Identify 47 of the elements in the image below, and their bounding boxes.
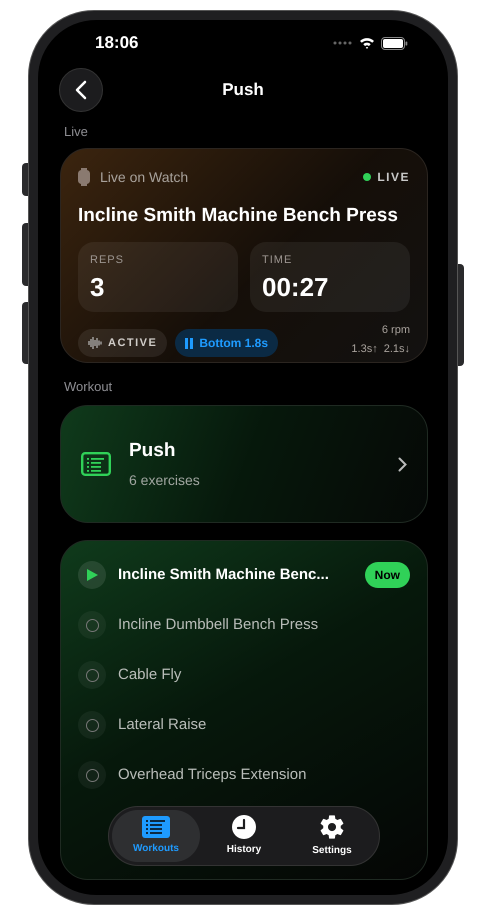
wifi-icon — [359, 37, 375, 49]
section-label: Live — [64, 123, 89, 141]
phase-label: Bottom 1.8s — [199, 335, 268, 352]
state-label: ACTIVE — [108, 336, 158, 351]
exercise-row[interactable]: Cable Fly — [78, 661, 410, 689]
exercise-row[interactable]: Overhead Triceps Extension — [78, 761, 410, 789]
list-icon — [81, 452, 111, 476]
stat-value: 00:27 — [262, 270, 330, 302]
live-source: Live on Watch — [100, 168, 188, 186]
tempo-up: 1.3s↑ — [351, 342, 378, 356]
rate-text: 6 rpm — [382, 323, 410, 338]
list-icon — [142, 816, 170, 838]
watch-icon — [78, 168, 90, 186]
workout-subtitle: 6 exercises — [129, 471, 201, 490]
exercise-name: Overhead Triceps Extension — [118, 764, 308, 785]
page-title: Push — [222, 79, 264, 102]
tempo-down: 2.1s↓ — [384, 342, 410, 356]
clock-icon — [232, 815, 256, 839]
exercise-name: Incline Dumbbell Bench Press — [118, 614, 320, 635]
play-icon — [78, 561, 106, 589]
chevron-right-icon — [398, 456, 407, 472]
tab[interactable]: History — [200, 810, 288, 862]
tab[interactable]: Settings — [288, 810, 376, 862]
tab[interactable]: Workouts — [112, 810, 200, 862]
signal-icon — [333, 41, 353, 45]
back-button[interactable] — [59, 68, 103, 112]
exercise-name: Lateral Raise — [118, 714, 208, 735]
exercise-title: Incline Smith Machine Bench Press — [78, 204, 399, 228]
exercise-row[interactable]: Lateral Raise — [78, 711, 410, 739]
exercise-row[interactable]: Incline Dumbbell Bench Press — [78, 611, 410, 639]
stat-value: 3 — [90, 270, 106, 302]
now-badge: Now — [364, 562, 410, 588]
workout-title: Push — [129, 438, 176, 463]
workout-card[interactable]: Push 6 exercises — [60, 405, 428, 523]
stat-label: REPS — [90, 253, 125, 268]
section-label: Workout — [64, 378, 114, 396]
waveform-icon — [88, 337, 102, 349]
battery-icon — [381, 36, 408, 50]
live-status: LIVE — [377, 169, 410, 186]
settings-icon — [319, 814, 345, 840]
exercise-name: Cable Fly — [118, 664, 182, 685]
pause-icon — [185, 338, 194, 348]
back-icon — [75, 80, 87, 100]
exercise-row[interactable]: Incline Smith Machine Benc... Now — [78, 561, 410, 589]
status-time: 18:06 — [95, 32, 138, 54]
exercise-name: Incline Smith Machine Benc... — [118, 564, 330, 585]
stat-label: TIME — [262, 253, 294, 268]
